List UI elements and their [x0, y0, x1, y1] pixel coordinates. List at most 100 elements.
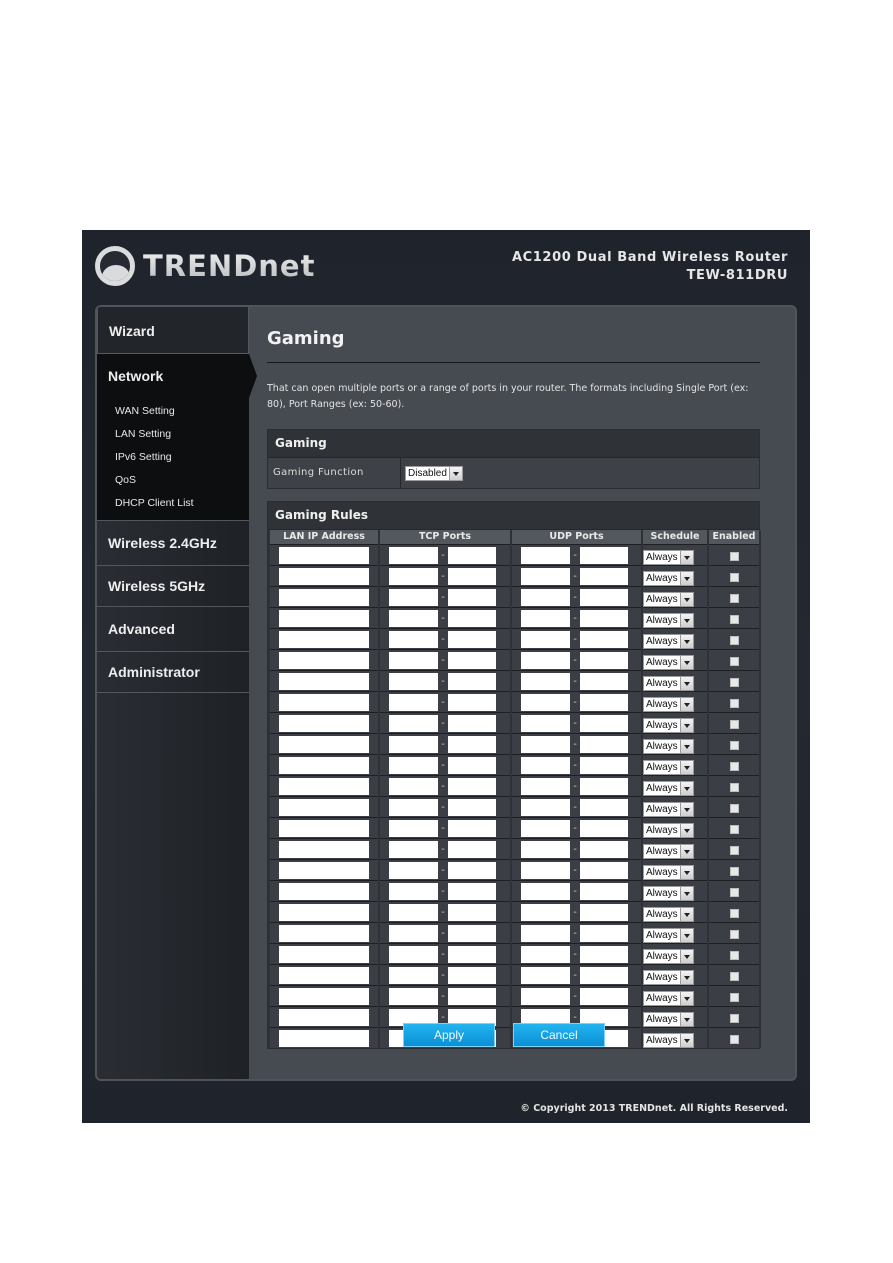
udp-port-start-input[interactable] — [521, 882, 570, 900]
lan-ip-input[interactable] — [279, 945, 369, 963]
lan-ip-input[interactable] — [279, 651, 369, 669]
udp-port-end-input[interactable] — [580, 567, 628, 585]
tcp-port-end-input[interactable] — [448, 882, 496, 900]
udp-port-start-input[interactable] — [521, 903, 570, 921]
lan-ip-input[interactable] — [279, 987, 369, 1005]
schedule-select[interactable]: Always — [643, 760, 694, 775]
lan-ip-input[interactable] — [279, 861, 369, 879]
tcp-port-end-input[interactable] — [448, 609, 496, 627]
lan-ip-input[interactable] — [279, 966, 369, 984]
udp-port-end-input[interactable] — [580, 903, 628, 921]
lan-ip-input[interactable] — [279, 882, 369, 900]
lan-ip-input[interactable] — [279, 840, 369, 858]
schedule-select[interactable]: Always — [643, 886, 694, 901]
tcp-port-start-input[interactable] — [389, 840, 438, 858]
chevron-down-icon[interactable] — [679, 1013, 693, 1026]
schedule-select[interactable]: Always — [643, 823, 694, 838]
lan-ip-input[interactable] — [279, 924, 369, 942]
tcp-port-start-input[interactable] — [389, 861, 438, 879]
tcp-port-end-input[interactable] — [448, 714, 496, 732]
tcp-port-end-input[interactable] — [448, 987, 496, 1005]
schedule-select[interactable]: Always — [643, 949, 694, 964]
lan-ip-input[interactable] — [279, 1008, 369, 1026]
lan-ip-input[interactable] — [279, 588, 369, 606]
lan-ip-input[interactable] — [279, 1029, 369, 1047]
enabled-checkbox[interactable] — [729, 656, 739, 666]
udp-port-end-input[interactable] — [580, 966, 628, 984]
schedule-select[interactable]: Always — [643, 571, 694, 586]
udp-port-start-input[interactable] — [521, 777, 570, 795]
chevron-down-icon[interactable] — [679, 551, 693, 564]
chevron-down-icon[interactable] — [679, 887, 693, 900]
schedule-select[interactable]: Always — [643, 781, 694, 796]
tcp-port-end-input[interactable] — [448, 840, 496, 858]
lan-ip-input[interactable] — [279, 735, 369, 753]
submenu-lan-setting[interactable]: LAN Setting — [115, 423, 249, 446]
chevron-down-icon[interactable] — [679, 593, 693, 606]
tcp-port-end-input[interactable] — [448, 903, 496, 921]
enabled-checkbox[interactable] — [729, 677, 739, 687]
enabled-checkbox[interactable] — [729, 572, 739, 582]
tcp-port-start-input[interactable] — [389, 567, 438, 585]
sidebar-item-wireless-2-4ghz[interactable]: Wireless 2.4GHz — [97, 521, 249, 566]
schedule-select[interactable]: Always — [643, 676, 694, 691]
udp-port-start-input[interactable] — [521, 651, 570, 669]
tcp-port-end-input[interactable] — [448, 588, 496, 606]
schedule-select[interactable]: Always — [643, 928, 694, 943]
udp-port-end-input[interactable] — [580, 756, 628, 774]
schedule-select[interactable]: Always — [643, 739, 694, 754]
udp-port-end-input[interactable] — [580, 546, 628, 564]
tcp-port-end-input[interactable] — [448, 861, 496, 879]
sidebar-item-wizard[interactable]: Wizard — [97, 307, 249, 354]
udp-port-start-input[interactable] — [521, 672, 570, 690]
tcp-port-end-input[interactable] — [448, 798, 496, 816]
chevron-down-icon[interactable] — [679, 635, 693, 648]
tcp-port-start-input[interactable] — [389, 924, 438, 942]
udp-port-end-input[interactable] — [580, 819, 628, 837]
sidebar-item-network[interactable]: Network WAN Setting LAN Setting IPv6 Set… — [97, 354, 257, 521]
lan-ip-input[interactable] — [279, 693, 369, 711]
lan-ip-input[interactable] — [279, 672, 369, 690]
enabled-checkbox[interactable] — [729, 614, 739, 624]
enabled-checkbox[interactable] — [729, 803, 739, 813]
tcp-port-start-input[interactable] — [389, 693, 438, 711]
lan-ip-input[interactable] — [279, 714, 369, 732]
tcp-port-end-input[interactable] — [448, 756, 496, 774]
udp-port-start-input[interactable] — [521, 924, 570, 942]
enabled-checkbox[interactable] — [729, 992, 739, 1002]
enabled-checkbox[interactable] — [729, 824, 739, 834]
udp-port-start-input[interactable] — [521, 567, 570, 585]
enabled-checkbox[interactable] — [729, 866, 739, 876]
udp-port-end-input[interactable] — [580, 840, 628, 858]
udp-port-end-input[interactable] — [580, 714, 628, 732]
enabled-checkbox[interactable] — [729, 1013, 739, 1023]
schedule-select[interactable]: Always — [643, 991, 694, 1006]
tcp-port-start-input[interactable] — [389, 546, 438, 564]
enabled-checkbox[interactable] — [729, 845, 739, 855]
schedule-select[interactable]: Always — [643, 907, 694, 922]
udp-port-end-input[interactable] — [580, 798, 628, 816]
chevron-down-icon[interactable] — [679, 698, 693, 711]
chevron-down-icon[interactable] — [679, 866, 693, 879]
tcp-port-start-input[interactable] — [389, 966, 438, 984]
enabled-checkbox[interactable] — [729, 782, 739, 792]
lan-ip-input[interactable] — [279, 567, 369, 585]
udp-port-start-input[interactable] — [521, 714, 570, 732]
udp-port-end-input[interactable] — [580, 588, 628, 606]
tcp-port-end-input[interactable] — [448, 672, 496, 690]
tcp-port-start-input[interactable] — [389, 882, 438, 900]
udp-port-start-input[interactable] — [521, 987, 570, 1005]
enabled-checkbox[interactable] — [729, 1034, 739, 1044]
cancel-button[interactable]: Cancel — [513, 1023, 605, 1047]
schedule-select[interactable]: Always — [643, 1012, 694, 1027]
lan-ip-input[interactable] — [279, 630, 369, 648]
lan-ip-input[interactable] — [279, 756, 369, 774]
udp-port-start-input[interactable] — [521, 588, 570, 606]
chevron-down-icon[interactable] — [679, 929, 693, 942]
submenu-qos[interactable]: QoS — [115, 469, 249, 492]
sidebar-item-administrator[interactable]: Administrator — [97, 652, 249, 693]
udp-port-end-input[interactable] — [580, 672, 628, 690]
schedule-select[interactable]: Always — [643, 613, 694, 628]
udp-port-end-input[interactable] — [580, 987, 628, 1005]
chevron-down-icon[interactable] — [679, 740, 693, 753]
